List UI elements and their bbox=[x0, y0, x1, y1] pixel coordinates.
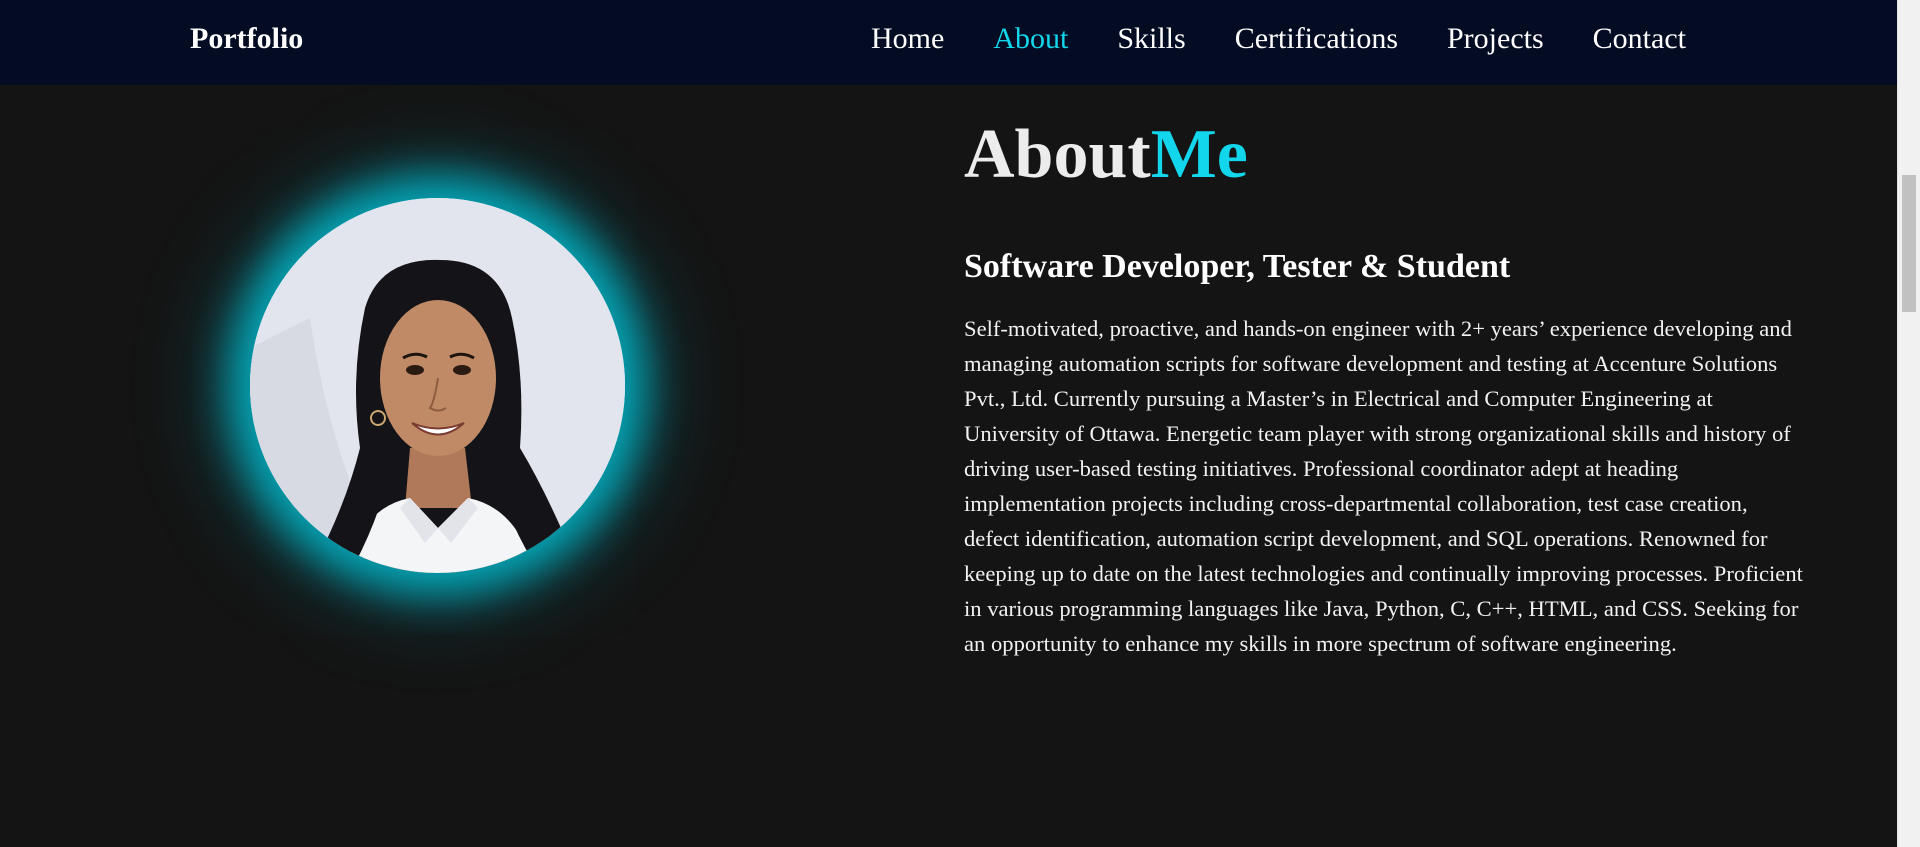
portrait-illustration bbox=[250, 198, 625, 573]
about-subtitle: Software Developer, Tester & Student bbox=[964, 248, 1511, 286]
nav-link-about[interactable]: About bbox=[993, 22, 1068, 56]
brand-logo[interactable]: Portfolio bbox=[190, 22, 303, 56]
about-heading-accent: Me bbox=[1150, 115, 1248, 193]
navbar: Portfolio Home About Skills Certificatio… bbox=[0, 0, 1898, 85]
about-bio: Self-motivated, proactive, and hands-on … bbox=[964, 316, 1803, 656]
nav-link-certifications[interactable]: Certifications bbox=[1235, 22, 1398, 56]
page: Portfolio Home About Skills Certificatio… bbox=[0, 0, 1920, 847]
scrollbar-thumb[interactable] bbox=[1902, 175, 1916, 312]
nav-links: Home About Skills Certifications Project… bbox=[871, 22, 1686, 56]
vertical-scrollbar[interactable] bbox=[1897, 0, 1920, 847]
about-heading: AboutMe bbox=[964, 115, 1248, 195]
nav-link-projects[interactable]: Projects bbox=[1447, 22, 1544, 56]
nav-link-skills[interactable]: Skills bbox=[1117, 22, 1185, 56]
nav-link-contact[interactable]: Contact bbox=[1593, 22, 1686, 56]
nav-link-home[interactable]: Home bbox=[871, 22, 944, 56]
profile-photo bbox=[250, 198, 625, 573]
about-heading-main: About bbox=[964, 115, 1151, 193]
